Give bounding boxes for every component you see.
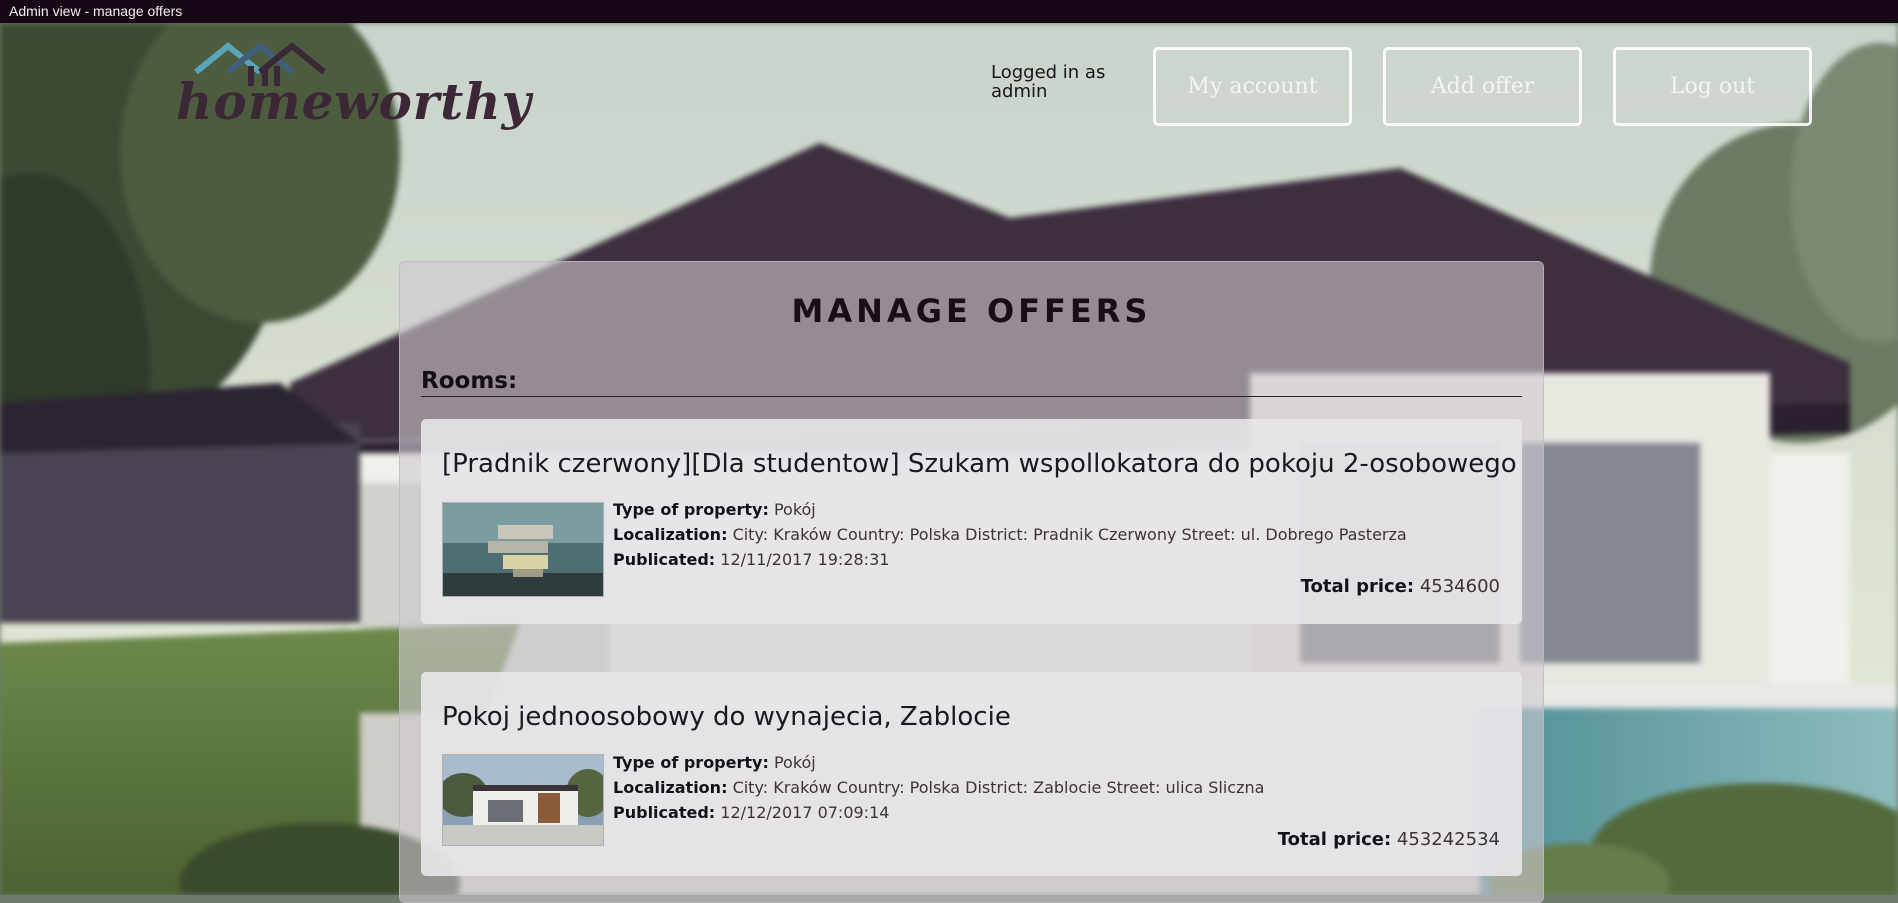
total-price-label: Total price: (1277, 829, 1392, 850)
logged-in-user: admin (991, 81, 1048, 102)
type-label: Type of property: (613, 753, 769, 772)
offer-total-price: Total price: 453242534 (1278, 829, 1500, 850)
log-out-button[interactable]: Log out (1613, 47, 1812, 126)
offer-localization: City: Kraków Country: Polska District: P… (732, 525, 1407, 544)
offer-type: Pokój (773, 500, 816, 519)
publicated-label: Publicated: (613, 803, 716, 822)
offer-thumbnail[interactable] (442, 502, 604, 597)
offer-thumbnail[interactable] (442, 754, 604, 846)
offer-localization: City: Kraków Country: Polska District: Z… (732, 778, 1265, 797)
offer-details: Type of property: Pokój Localization: Ci… (613, 497, 1407, 572)
offer-title[interactable]: Pokoj jednoosobowy do wynajecia, Zabloci… (442, 702, 1011, 732)
publicated-label: Publicated: (613, 550, 716, 569)
offer-publicated: 12/11/2017 19:28:31 (720, 550, 890, 569)
localization-label: Localization: (613, 778, 728, 797)
window-title: Admin view - manage offers (0, 0, 1898, 23)
manage-offers-panel: MANAGE OFFERS Rooms: [Pradnik czerwony][… (399, 261, 1544, 903)
type-label: Type of property: (613, 500, 769, 519)
section-heading-rooms: Rooms: (421, 368, 1522, 397)
total-price-value: 4534600 (1419, 576, 1500, 597)
total-price-label: Total price: (1300, 576, 1415, 597)
total-price-value: 453242534 (1396, 829, 1500, 850)
offer-title[interactable]: [Pradnik czerwony][Dla studentow] Szukam… (442, 449, 1517, 479)
logged-in-status: Logged in as admin (991, 63, 1121, 101)
add-offer-button[interactable]: Add offer (1383, 47, 1582, 126)
my-account-button[interactable]: My account (1153, 47, 1352, 126)
brand-logo-text: homeworthy (176, 72, 532, 131)
offer-publicated: 12/12/2017 07:09:14 (720, 803, 890, 822)
localization-label: Localization: (613, 525, 728, 544)
offer-details: Type of property: Pokój Localization: Ci… (613, 750, 1264, 825)
offer-total-price: Total price: 4534600 (1301, 576, 1500, 597)
offer-card[interactable]: [Pradnik czerwony][Dla studentow] Szukam… (421, 419, 1522, 624)
offer-type: Pokój (773, 753, 816, 772)
brand-logo[interactable]: homeworthy (172, 38, 531, 138)
offer-card[interactable]: Pokoj jednoosobowy do wynajecia, Zabloci… (421, 672, 1522, 876)
logged-in-label: Logged in as (991, 62, 1106, 83)
page-title: MANAGE OFFERS (791, 292, 1152, 330)
